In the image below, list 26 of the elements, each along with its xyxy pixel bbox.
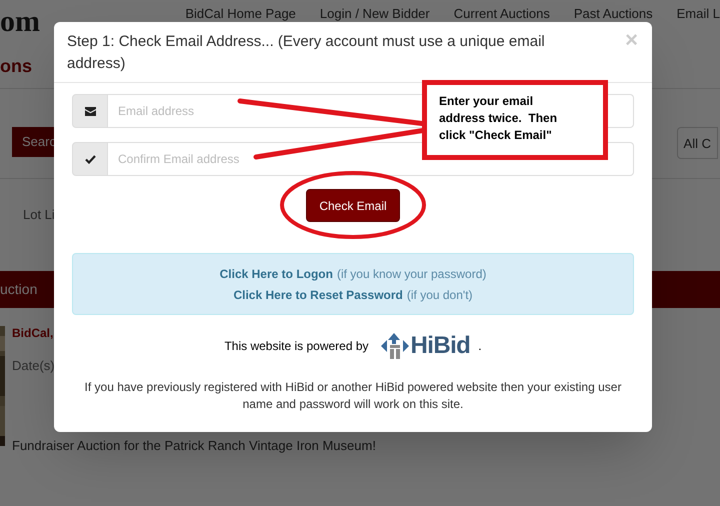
hint-text: (if you know your password) (336, 266, 486, 282)
period-text: . (478, 338, 482, 355)
check-email-button[interactable]: Check Email (306, 189, 400, 222)
check-icon (84, 154, 96, 164)
input-field[interactable]: Confirm Email address (108, 142, 634, 176)
logo-text: ons (0, 55, 32, 78)
envelope-icon (84, 106, 96, 116)
section-title: uction (0, 280, 38, 299)
logo-text: om (0, 4, 40, 40)
powered-by-text: This website is powered by (224, 338, 369, 355)
nav-link[interactable]: BidCal Home Page (185, 4, 296, 22)
hint-text: (if you don't) (406, 286, 473, 304)
hibid-logo: HiBid (380, 333, 470, 359)
tab-label[interactable]: Lot Li (23, 207, 55, 222)
auction-description: Fundraiser Auction for the Patrick Ranch Vintage Iron Museum! (12, 436, 377, 455)
nav-link[interactable]: Email L (676, 4, 720, 22)
nav-link[interactable]: Login / New Bidder (320, 4, 430, 22)
link[interactable]: Click Here to Logon (220, 264, 333, 282)
info-text: If you have previously registered with HiBid or another HiBid powered website then your existing user name and password will work on this site. (84, 379, 622, 413)
dialog-title: Step 1: Check Email Address... (Every account must use a unique email address) (67, 32, 546, 74)
dates-label: Date(s) (12, 357, 56, 375)
category-dropdown[interactable]: All C (676, 127, 718, 159)
auction-title[interactable]: BidCal, (12, 324, 54, 342)
nav-link[interactable]: Past Auctions (574, 4, 653, 22)
link[interactable]: Click Here to Reset Password (233, 286, 403, 304)
nav-link[interactable]: Current Auctions (454, 4, 550, 22)
